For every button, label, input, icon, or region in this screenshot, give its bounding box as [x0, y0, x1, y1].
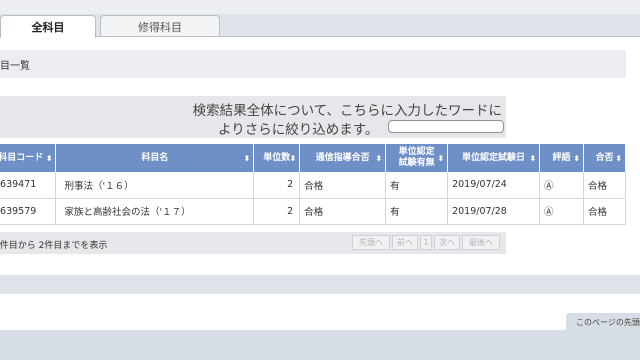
- cell-result: 合格: [583, 198, 627, 225]
- filter-box: 検索結果全体について、こちらに入力したワードに よりさらに絞り込めます。: [0, 96, 506, 138]
- col-label: 単位認定試験日: [462, 152, 526, 163]
- cell-exam: 有: [385, 198, 449, 225]
- cell-tsushin: 合格: [299, 172, 387, 199]
- col-header-result[interactable]: 合否 ⬍: [583, 144, 627, 172]
- page-top-link[interactable]: このページの先頭へ: [566, 313, 640, 331]
- tab-completed-subjects[interactable]: 修得科目: [100, 15, 220, 37]
- cell-credits: 2: [253, 172, 301, 199]
- section-title: 科目一覧: [0, 60, 30, 72]
- col-header-name[interactable]: 科目名 ⬍: [55, 144, 255, 172]
- col-header-exam[interactable]: 単位認定試験有無 ⬍: [385, 144, 449, 172]
- table-header-row: 科目コード ⬍ 科目名 ⬍ 単位数 ⬍ 通信指導合否 ⬍ 単位認定試験有無 ⬍ 単位認定試…: [0, 144, 627, 172]
- pager-page-1[interactable]: 1: [420, 235, 432, 250]
- table-row: 1639471 刑事法（'１６） 2 合格 有 2019/07/24 Ⓐ 合格: [0, 172, 627, 199]
- filter-text-line2: よりさらに絞り込めます。: [218, 122, 379, 138]
- col-header-grade[interactable]: 評語 ⬍: [539, 144, 584, 172]
- sort-icon: ⬍: [529, 154, 537, 163]
- cell-name: 家族と高齢社会の法（'１７）: [55, 198, 255, 225]
- sort-icon: ⬍: [573, 154, 580, 163]
- col-label: 単位認定試験有無: [398, 147, 435, 168]
- pager-first-button[interactable]: 先頭へ: [352, 235, 390, 250]
- spacer: [0, 276, 640, 292]
- pager-summary: 1件目から 2件目までを表示: [0, 241, 108, 251]
- pager-next-button[interactable]: 次へ: [434, 235, 460, 250]
- col-label: 単位数: [263, 152, 291, 163]
- sort-icon: ⬍: [437, 154, 445, 163]
- sort-icon: ⬍: [243, 154, 251, 163]
- cell-date: 2019/07/28: [447, 198, 541, 225]
- tab-label: 修得科目: [138, 20, 182, 34]
- cell-grade: Ⓐ: [539, 198, 584, 225]
- tab-all-subjects[interactable]: 全科目: [0, 15, 96, 38]
- top-bar: [0, 0, 640, 14]
- cell-name: 刑事法（'１６）: [55, 172, 255, 199]
- cell-code: 1639579: [0, 198, 57, 225]
- cell-credits: 2: [253, 198, 301, 225]
- tab-label: 全科目: [31, 21, 65, 34]
- col-header-credits[interactable]: 単位数 ⬍: [253, 144, 301, 172]
- col-label: 評語: [552, 152, 571, 163]
- sort-icon: ⬍: [375, 154, 383, 163]
- col-header-code[interactable]: 科目コード ⬍: [0, 144, 57, 172]
- section-header: 科目一覧: [0, 50, 626, 78]
- pager-prev-button[interactable]: 前へ: [392, 235, 418, 250]
- cell-code: 1639471: [0, 172, 57, 199]
- cell-result: 合格: [583, 172, 627, 199]
- col-header-tsushin[interactable]: 通信指導合否 ⬍: [299, 144, 387, 172]
- col-header-date[interactable]: 単位認定試験日 ⬍: [447, 144, 541, 172]
- bottom-strip: [0, 330, 640, 360]
- pager-bar: 1件目から 2件目までを表示 先頭へ 前へ 1 次へ 最後へ: [0, 232, 506, 254]
- table-row: 1639579 家族と高齢社会の法（'１７） 2 合格 有 2019/07/28…: [0, 198, 627, 225]
- col-label: 科目コード: [0, 152, 44, 163]
- col-label: 通信指導合否: [315, 152, 370, 163]
- cell-exam: 有: [385, 172, 449, 199]
- cell-date: 2019/07/24: [447, 172, 541, 199]
- page-top-label: このページの先頭へ: [576, 317, 640, 327]
- subjects-table: 科目コード ⬍ 科目名 ⬍ 単位数 ⬍ 通信指導合否 ⬍ 単位認定試験有無 ⬍ 単位認定試…: [0, 144, 627, 225]
- sort-icon: ⬍: [615, 154, 622, 163]
- bottom-panel: [0, 294, 640, 330]
- filter-input[interactable]: [388, 120, 504, 133]
- sort-icon: ⬍: [45, 154, 53, 163]
- col-label: 合否: [595, 152, 614, 163]
- pager-last-button[interactable]: 最後へ: [462, 235, 500, 250]
- col-label: 科目名: [141, 152, 169, 163]
- cell-tsushin: 合格: [299, 198, 387, 225]
- cell-grade: Ⓐ: [539, 172, 584, 199]
- sort-icon: ⬍: [289, 154, 297, 163]
- filter-text-line1: 検索結果全体について、こちらに入力したワードに: [192, 103, 502, 119]
